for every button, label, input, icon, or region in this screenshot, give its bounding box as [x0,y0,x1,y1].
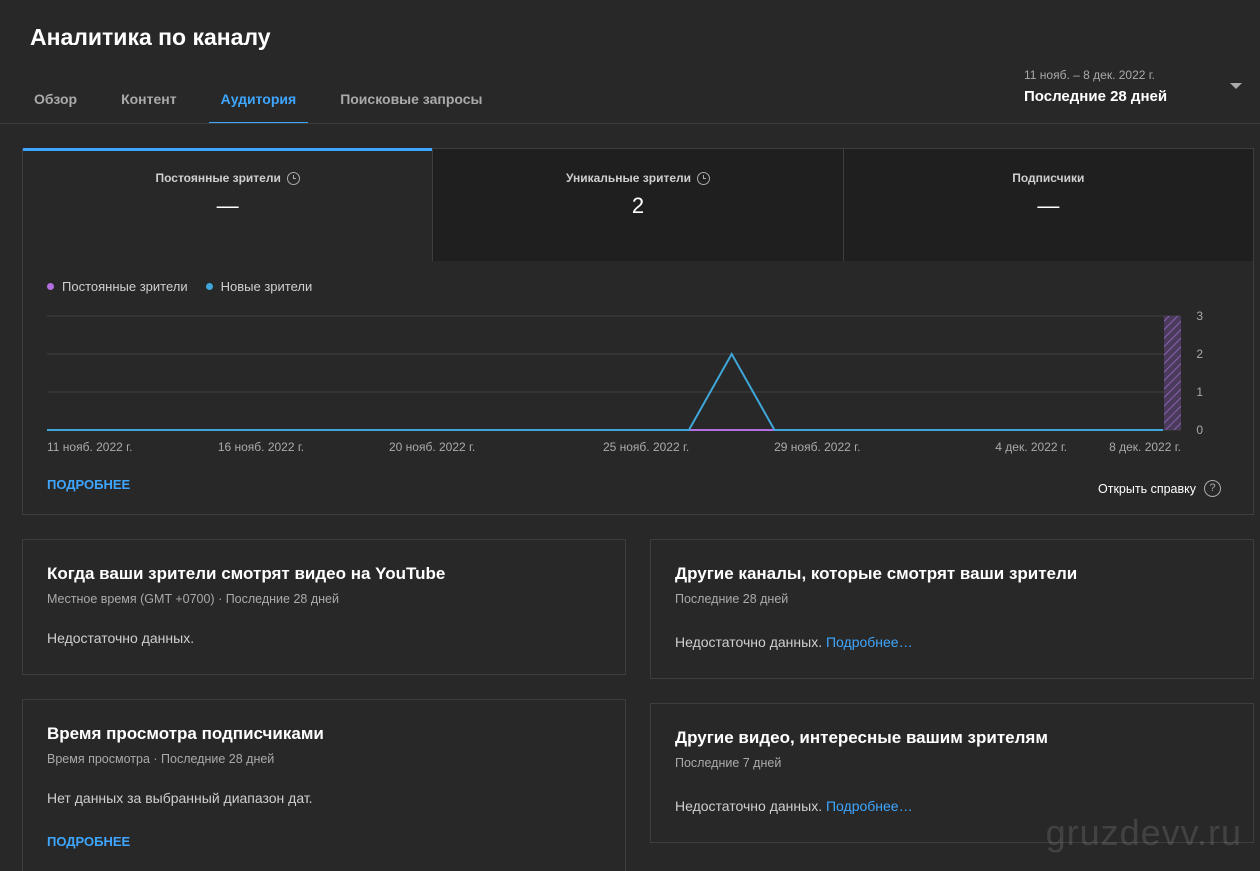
metric-label: Подписчики [1012,171,1085,185]
more-details-link[interactable]: ПОДРОБНЕЕ [47,834,601,849]
tab-content[interactable]: Контент [109,76,189,124]
x-tick-label: 29 нояб. 2022 г. [774,440,860,454]
legend-label: Новые зрители [220,279,313,294]
card-when-viewers-watch: Когда ваши зрители смотрят видео на YouT… [22,539,626,675]
card-other-channels: Другие каналы, которые смотрят ваши зрит… [650,539,1254,679]
audience-chart[interactable]: 0 1 2 3 11 нояб. 2022 г. 16 нояб. 2022 г. 20 … [23,299,1253,459]
card-text: Недостаточно данных. [675,634,823,650]
y-tick-label: 0 [1196,423,1203,437]
legend-dot-returning [47,283,54,290]
metric-tabs: Постоянные зрители — Уникальные зрители … [23,148,1253,261]
legend-label: Постоянные зрители [62,279,188,294]
metric-returning-viewers[interactable]: Постоянные зрители — [23,148,434,261]
learn-more-link[interactable]: Подробнее… [826,798,913,814]
audience-metrics-card: Постоянные зрители — Уникальные зрители … [22,148,1254,515]
card-subtitle: Последние 28 дней [675,592,789,606]
x-tick-label: 25 нояб. 2022 г. [603,440,689,454]
metric-value: 2 [631,193,645,218]
tab-overview[interactable]: Обзор [22,76,89,124]
card-text: Недостаточно данных. [675,798,823,814]
metric-label: Постоянные зрители [155,171,281,185]
page-title: Аналитика по каналу [30,24,271,50]
watermark: gruzdevv.ru [1045,812,1242,853]
tab-audience[interactable]: Аудитория [208,76,309,124]
clock-icon [286,171,300,185]
date-range-picker[interactable]: 11 нояб. – 8 дек. 2022 г. Последние 28 д… [1024,68,1254,112]
header-divider [0,123,1260,124]
card-text: Недостаточно данных. [47,630,195,646]
x-tick-label: 8 дек. 2022 г. [1109,440,1181,454]
card-title: Другие каналы, которые смотрят ваши зрит… [675,564,1078,583]
date-range-dates: 11 нояб. – 8 дек. 2022 г. [1024,68,1156,82]
x-tick-label: 11 нояб. 2022 г. [47,440,132,454]
open-help-link[interactable]: Открыть справку ? [1098,480,1221,497]
metric-subscribers[interactable]: Подписчики — [843,149,1253,261]
y-tick-label: 3 [1196,309,1203,323]
card-subtitle: Последние 7 дней [675,756,782,770]
learn-more-link[interactable]: Подробнее… [826,634,913,650]
card-text: Нет данных за выбранный диапазон дат. [47,790,313,806]
y-tick-label: 1 [1196,385,1203,399]
more-details-link[interactable]: ПОДРОБНЕЕ [47,477,130,492]
x-tick-label: 16 нояб. 2022 г. [218,440,304,454]
y-tick-label: 2 [1196,347,1203,361]
card-subtitle: Местное время (GMT +0700) · Последние 28… [47,592,339,606]
date-range-label: Последние 28 дней [1024,88,1168,105]
metric-value: — [1037,193,1060,218]
x-tick-label: 20 нояб. 2022 г. [389,440,475,454]
legend-dot-new [205,283,213,290]
help-circle-icon: ? [1204,480,1221,497]
help-link-label: Открыть справку [1098,481,1196,496]
metric-label: Уникальные зрители [565,171,692,185]
arrow-drop-down-icon[interactable] [1230,83,1242,89]
card-title: Другие видео, интересные вашим зрителям [675,728,1048,747]
x-tick-label: 4 дек. 2022 г. [995,440,1067,454]
card-title: Время просмотра подписчиками [47,724,324,743]
clock-icon [697,171,711,185]
card-subtitle: Время просмотра · Последние 28 дней [47,752,275,766]
card-title: Когда ваши зрители смотрят видео на YouT… [47,564,446,583]
metric-value: — [216,193,239,218]
legend-item-returning: Постоянные зрители [47,279,188,294]
tab-search-queries[interactable]: Поисковые запросы [328,76,494,124]
legend-item-new: Новые зрители [205,279,313,294]
incomplete-data-region [1164,316,1181,430]
metric-unique-viewers[interactable]: Уникальные зрители 2 [433,149,844,261]
analytics-tabs: Обзор Контент Аудитория Поисковые запрос… [22,76,514,124]
chart-legend: Постоянные зрители Новые зрители [47,279,312,294]
card-subscriber-watch-time: Время просмотра подписчиками Время просм… [22,699,626,871]
